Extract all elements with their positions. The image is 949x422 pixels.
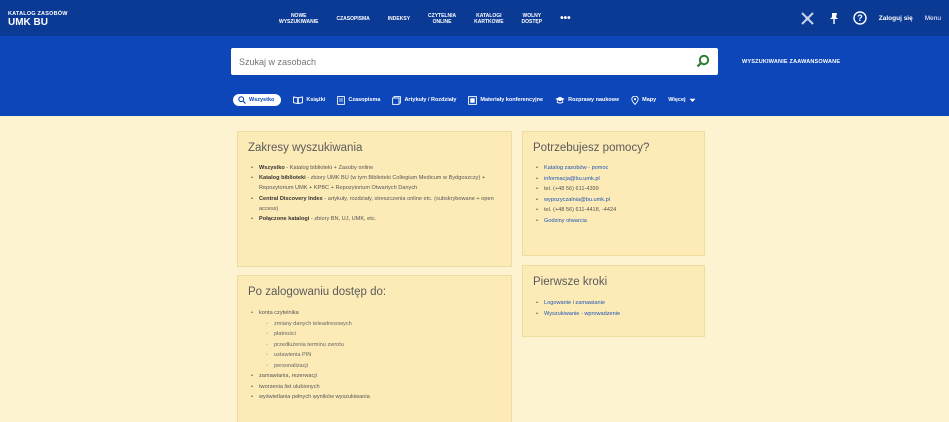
scope-conference-label: Materiały konferencyjne bbox=[480, 97, 544, 103]
help-title: Potrzebujesz pomocy? bbox=[533, 142, 650, 154]
nav-journals[interactable]: CZASOPISMA bbox=[327, 16, 378, 22]
login-link[interactable]: Zaloguj się bbox=[879, 15, 913, 22]
journal-icon bbox=[337, 95, 346, 105]
search-scopes-list: Wszystko - Katalog biblioteki + Zasoby o… bbox=[248, 163, 501, 224]
list-item: Central Discovery Index - artykuły, rozd… bbox=[248, 194, 501, 214]
scope-more[interactable]: Więcej bbox=[668, 97, 696, 103]
scope-articles-label: Artykuły / Rozdziały bbox=[404, 97, 457, 103]
help-phone-loans: tel. (+48 56) 611-4418, -4424 bbox=[533, 205, 694, 216]
after-login-card: Po zalogowaniu dostęp do: konta czytelni… bbox=[237, 275, 512, 422]
nav-indexes[interactable]: INDEKSY bbox=[379, 16, 419, 22]
after-login-title: Po zalogowaniu dostęp do: bbox=[248, 286, 387, 298]
list-item: Wszystko - Katalog biblioteki + Zasoby o… bbox=[248, 163, 501, 173]
top-navigation-bar: KATALOG ZASOBÓW UMK BU NOWE WYSZUKIWANIE… bbox=[0, 0, 949, 36]
first-steps-list: Logowanie i zamawianie Wyszukiwanie - wp… bbox=[533, 298, 694, 319]
search-icon bbox=[238, 96, 246, 104]
search-scopes-title: Zakresy wyszukiwania bbox=[248, 142, 363, 154]
list-item: tworzenia list ulubionych bbox=[248, 382, 501, 393]
search-box bbox=[231, 48, 718, 75]
help-link-info-email[interactable]: informacja@bu.umk.pl bbox=[533, 174, 694, 185]
search-band: WYSZUKIWANIE ZAAWANSOWANE Wszystko Książ… bbox=[0, 36, 949, 116]
list-item: wyświetlania pełnych wyników wyszukiwani… bbox=[248, 392, 501, 403]
book-icon bbox=[293, 96, 304, 104]
search-input[interactable] bbox=[231, 48, 671, 75]
list-item: płatności bbox=[248, 329, 501, 340]
nav-online-reading-room[interactable]: CZYTELNIA ONLINE bbox=[419, 13, 465, 25]
scope-description: - Katalog biblioteki + Zasoby online bbox=[284, 165, 374, 171]
nav-new-search[interactable]: NOWE WYSZUKIWANIE bbox=[270, 13, 327, 25]
list-item: zamawiania, rezerwacji bbox=[248, 371, 501, 382]
scope-term: Połączone katalogi bbox=[259, 216, 310, 223]
menu-link[interactable]: Menu bbox=[925, 15, 941, 22]
scope-articles[interactable]: Artykuły / Rozdziały bbox=[392, 95, 457, 105]
scope-conference[interactable]: Materiały konferencyjne bbox=[468, 95, 544, 105]
advanced-search-link[interactable]: WYSZUKIWANIE ZAAWANSOWANE bbox=[742, 59, 840, 65]
svg-text:?: ? bbox=[857, 13, 863, 23]
map-pin-icon bbox=[631, 95, 639, 105]
help-list: Katalog zasobów - pomoc informacja@bu.um… bbox=[533, 163, 694, 226]
after-login-list: konta czytelnika zmiany danych teleadres… bbox=[248, 308, 501, 403]
header-tools: ? Zaloguj się Menu bbox=[801, 8, 941, 28]
list-item: zmiany danych teleadresowych bbox=[248, 319, 501, 330]
nav-card-catalogs[interactable]: KATALOGI KARTKOWE bbox=[465, 13, 512, 25]
help-card: Potrzebujesz pomocy? Katalog zasobów - p… bbox=[522, 131, 705, 256]
list-item: personalizacji bbox=[248, 361, 501, 372]
list-item: ustawienia PIN bbox=[248, 350, 501, 361]
help-phone-info: tel. (+48 56) 611-4399 bbox=[533, 184, 694, 195]
list-item: przedłużenia terminu zwrotu bbox=[248, 340, 501, 351]
scope-books[interactable]: Książki bbox=[293, 96, 325, 104]
search-scopes-card: Zakresy wyszukiwania Wszystko - Katalog … bbox=[237, 131, 512, 267]
scope-term: Wszystko bbox=[259, 165, 285, 171]
chevron-down-icon bbox=[689, 98, 696, 103]
search-submit-icon[interactable] bbox=[696, 54, 710, 68]
main-nav: NOWE WYSZUKIWANIE CZASOPISMA INDEKSY CZY… bbox=[270, 9, 580, 29]
scope-maps-label: Mapy bbox=[642, 97, 657, 103]
scope-more-label: Więcej bbox=[668, 97, 686, 103]
scope-books-label: Książki bbox=[306, 97, 326, 103]
scope-journals-label: Czasopisma bbox=[348, 97, 381, 103]
first-steps-link-search-intro[interactable]: Wyszukiwanie - wprowadzenie bbox=[533, 309, 694, 320]
list-item: konta czytelnika bbox=[248, 308, 501, 319]
scope-description: - zbiory BN, UJ, UMK, etc. bbox=[309, 216, 377, 223]
help-icon[interactable]: ? bbox=[853, 11, 867, 25]
first-steps-title: Pierwsze kroki bbox=[533, 276, 608, 288]
list-item: Katalog biblioteki - zbiory UMK BU (w ty… bbox=[248, 173, 501, 193]
pin-toggle-icon[interactable] bbox=[801, 11, 815, 25]
scope-maps[interactable]: Mapy bbox=[631, 95, 657, 105]
help-link-catalog[interactable]: Katalog zasobów - pomoc bbox=[533, 163, 694, 174]
brand-line-2: UMK BU bbox=[8, 17, 48, 28]
scope-all[interactable]: Wszystko bbox=[233, 94, 282, 106]
scope-dissertations-label: Rozprawy naukowe bbox=[568, 97, 620, 103]
nav-more[interactable]: ••• bbox=[551, 14, 580, 24]
first-steps-link-login[interactable]: Logowanie i zamawianie bbox=[533, 298, 694, 309]
scope-all-label: Wszystko bbox=[249, 97, 275, 103]
scope-dissertations[interactable]: Rozprawy naukowe bbox=[555, 96, 619, 104]
brand-logo[interactable]: KATALOG ZASOBÓW UMK BU bbox=[8, 10, 68, 28]
list-item: Połączone katalogi - zbiory BN, UJ, UMK,… bbox=[248, 214, 501, 224]
scope-journals[interactable]: Czasopisma bbox=[337, 95, 381, 105]
conference-icon bbox=[468, 95, 478, 105]
search-scope-tabs: Wszystko Książki Czasopisma Artykuły / R… bbox=[233, 93, 708, 107]
scope-term: Central Discovery Index bbox=[259, 195, 323, 202]
graduation-icon bbox=[555, 96, 565, 104]
scope-term: Katalog biblioteki bbox=[259, 175, 306, 182]
first-steps-card: Pierwsze kroki Logowanie i zamawianie Wy… bbox=[522, 265, 705, 337]
article-icon bbox=[392, 95, 402, 105]
help-link-loans-email[interactable]: wypozyczalnia@bu.umk.pl bbox=[533, 195, 694, 206]
pushpin-icon[interactable] bbox=[827, 11, 841, 25]
help-link-opening-hours[interactable]: Godziny otwarcia bbox=[533, 216, 694, 227]
nav-open-access[interactable]: WOLNY DOSTĘP bbox=[513, 13, 552, 25]
